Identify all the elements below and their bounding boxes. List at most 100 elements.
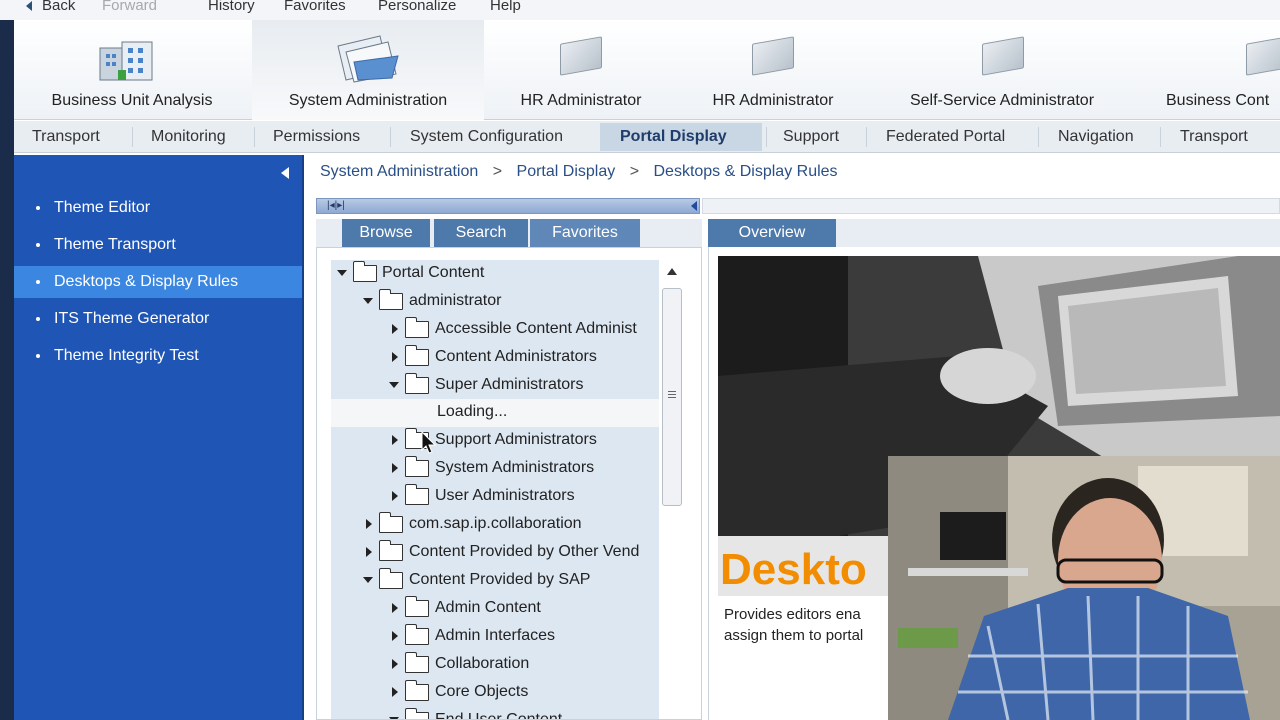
personalize-menu[interactable]: Personalize (378, 0, 456, 14)
tree-node-content-provided-by-sap[interactable]: Content Provided by SAP (331, 567, 659, 595)
tree-node-content-other-vendors[interactable]: Content Provided by Other Vend (331, 539, 659, 567)
nav-theme-integrity-test[interactable]: Theme Integrity Test (14, 340, 302, 372)
collapsed-arrow-icon[interactable] (392, 687, 398, 697)
panel-resize-handle-icon[interactable]: |◂|▸| (327, 200, 345, 211)
collapsed-arrow-icon[interactable] (392, 659, 398, 669)
overview-title: Deskto (720, 545, 867, 594)
subnav-permissions[interactable]: Permissions (273, 128, 360, 146)
role-label: System Administration (288, 92, 448, 109)
collapse-panel-icon[interactable] (281, 167, 289, 179)
subnav-navigation[interactable]: Navigation (1058, 128, 1134, 146)
subnav-transport-2[interactable]: Transport (1180, 128, 1248, 146)
tab-browse[interactable]: Browse (342, 219, 430, 247)
history-menu[interactable]: History (208, 0, 255, 14)
help-menu[interactable]: Help (490, 0, 521, 14)
breadcrumb-current: Desktops & Display Rules (653, 163, 838, 180)
tree-node-user-administrators[interactable]: User Administrators (331, 483, 659, 511)
webcam-overlay (888, 456, 1280, 720)
expanded-arrow-icon[interactable] (389, 382, 399, 388)
collapsed-arrow-icon[interactable] (392, 352, 398, 362)
folder-icon (405, 596, 429, 617)
role-hr-administrator-2[interactable]: HR Administrator (678, 20, 868, 120)
building-icon (99, 41, 153, 81)
mouse-cursor-icon (421, 431, 437, 454)
nav-desktops-display-rules[interactable]: Desktops & Display Rules (14, 266, 302, 298)
role-business-cont[interactable]: Business Cont (1138, 20, 1280, 120)
collapsed-arrow-icon[interactable] (392, 631, 398, 641)
collapsed-arrow-icon[interactable] (392, 463, 398, 473)
tree-scrollbar[interactable] (660, 262, 684, 522)
collapsed-arrow-icon[interactable] (366, 519, 372, 529)
expanded-arrow-icon[interactable] (363, 298, 373, 304)
subnav-transport[interactable]: Transport (32, 128, 100, 146)
panel-toolbar: |◂|▸| (316, 198, 700, 214)
tree-node-label: System Administrators (435, 459, 595, 476)
tree-node-collaboration[interactable]: Collaboration (331, 651, 659, 679)
collapse-left-icon[interactable] (691, 201, 697, 211)
role-label: Business Cont (1166, 92, 1270, 109)
tab-favorites[interactable]: Favorites (530, 219, 640, 247)
collapsed-arrow-icon[interactable] (392, 491, 398, 501)
expanded-arrow-icon[interactable] (337, 270, 347, 276)
tab-overview[interactable]: Overview (708, 219, 836, 247)
collapsed-arrow-icon[interactable] (392, 324, 398, 334)
folder-icon (982, 36, 1024, 76)
forward-button[interactable]: Forward (102, 0, 157, 14)
breadcrumb-system-administration[interactable]: System Administration (320, 163, 478, 180)
grip-line (668, 397, 676, 398)
tree-node-label: administrator (409, 292, 502, 309)
subnav-federated-portal[interactable]: Federated Portal (886, 128, 1005, 146)
folder-icon (405, 373, 429, 394)
role-label: Self-Service Administrator (909, 92, 1095, 109)
separator (866, 127, 867, 147)
tree-node-system-administrators[interactable]: System Administrators (331, 455, 659, 483)
tree-node-admin-content[interactable]: Admin Content (331, 595, 659, 623)
left-edge (0, 20, 14, 720)
collapsed-arrow-icon[interactable] (392, 435, 398, 445)
subnav-monitoring[interactable]: Monitoring (151, 128, 226, 146)
role-hr-administrator-1[interactable]: HR Administrator (486, 20, 676, 120)
role-label: HR Administrator (520, 92, 642, 109)
tree-node-accessible-content[interactable]: Accessible Content Administ (331, 316, 659, 344)
tree-node-portal-content[interactable]: Portal Content (331, 260, 659, 288)
papers-icon (337, 35, 399, 83)
separator (1038, 127, 1039, 147)
nav-label: Theme Transport (54, 236, 176, 253)
bullet-icon (36, 206, 40, 210)
subnav-system-configuration[interactable]: System Configuration (410, 128, 563, 146)
nav-theme-transport[interactable]: Theme Transport (14, 229, 302, 261)
tree-node-super-administrators[interactable]: Super Administrators (331, 372, 659, 400)
back-arrow-icon[interactable] (26, 1, 32, 11)
role-system-administration[interactable]: System Administration (252, 20, 484, 120)
folder-icon (405, 708, 429, 719)
overview-tab-row: Overview (708, 219, 1280, 247)
tree-node-support-administrators[interactable]: Support Administrators (331, 427, 659, 455)
tree-node-content-administrators[interactable]: Content Administrators (331, 344, 659, 372)
tab-search[interactable]: Search (434, 219, 528, 247)
folder-icon (405, 317, 429, 338)
subnav-support[interactable]: Support (783, 128, 839, 146)
tree-node-com-sap-ip-collaboration[interactable]: com.sap.ip.collaboration (331, 511, 659, 539)
collapsed-arrow-icon[interactable] (392, 603, 398, 613)
role-self-service-administrator[interactable]: Self-Service Administrator (870, 20, 1134, 120)
nav-theme-editor[interactable]: Theme Editor (14, 192, 302, 224)
expanded-arrow-icon[interactable] (363, 577, 373, 583)
tree-node-label: Accessible Content Administ (435, 320, 637, 337)
tree-node-end-user-content[interactable]: End User Content (331, 707, 659, 719)
collapsed-arrow-icon[interactable] (366, 547, 372, 557)
breadcrumb-separator: > (629, 163, 640, 180)
tree-node-admin-interfaces[interactable]: Admin Interfaces (331, 623, 659, 651)
nav-its-theme-generator[interactable]: ITS Theme Generator (14, 303, 302, 335)
tree-node-administrator[interactable]: administrator (331, 288, 659, 316)
overview-description: Provides editors ena assign them to port… (724, 604, 894, 646)
breadcrumb-portal-display[interactable]: Portal Display (517, 163, 616, 180)
scroll-thumb[interactable] (662, 288, 682, 506)
bullet-icon (36, 243, 40, 247)
tree-node-core-objects[interactable]: Core Objects (331, 679, 659, 707)
subnav-portal-display[interactable]: Portal Display (620, 128, 727, 146)
favorites-menu[interactable]: Favorites (284, 0, 346, 14)
back-button[interactable]: Back (42, 0, 75, 14)
scroll-up-icon[interactable] (667, 268, 677, 275)
role-business-unit-analysis[interactable]: Business Unit Analysis (14, 20, 250, 120)
breadcrumb-separator: > (492, 163, 503, 180)
